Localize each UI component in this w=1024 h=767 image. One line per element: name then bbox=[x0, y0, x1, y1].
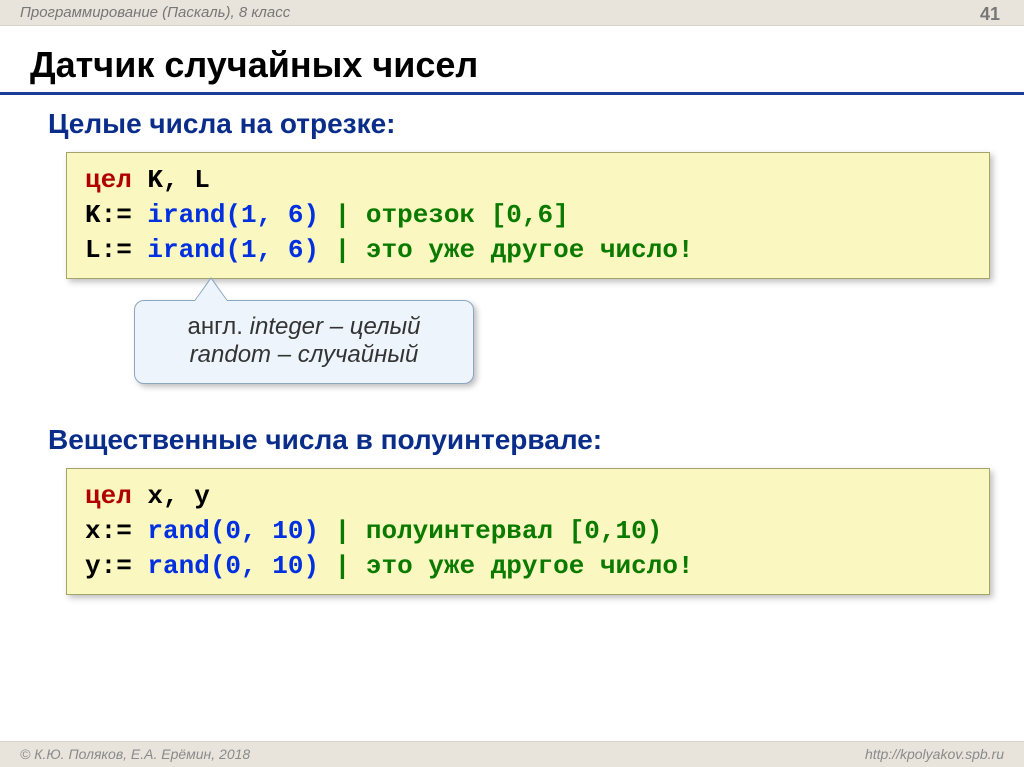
function-arg: 10) bbox=[272, 516, 319, 546]
code-text bbox=[132, 235, 148, 265]
function-call: irand(1, bbox=[147, 200, 272, 230]
comment: | полуинтервал [0,10) bbox=[319, 516, 662, 546]
code-box-integers: цел K, L K:= irand(1, 6) | отрезок [0,6]… bbox=[66, 152, 990, 279]
title-underline bbox=[0, 92, 1024, 95]
code-text bbox=[272, 200, 288, 230]
page-number: 41 bbox=[980, 4, 1004, 25]
comment: | отрезок [0,6] bbox=[319, 200, 569, 230]
comment: | это уже другое число! bbox=[319, 551, 693, 581]
code-line: y:= rand(0, 10) | это уже другое число! bbox=[85, 549, 971, 584]
function-arg: 6) bbox=[288, 235, 319, 265]
code-line: K:= irand(1, 6) | отрезок [0,6] bbox=[85, 198, 971, 233]
code-text: x, y bbox=[132, 481, 210, 511]
function-arg: 6) bbox=[288, 200, 319, 230]
code-text bbox=[257, 516, 273, 546]
footer-url: http://kpolyakov.spb.ru bbox=[865, 746, 1004, 762]
code-line: цел x, y bbox=[85, 479, 971, 514]
slide-title: Датчик случайных чисел bbox=[30, 44, 478, 86]
code-box-reals: цел x, y x:= rand(0, 10) | полуинтервал … bbox=[66, 468, 990, 595]
code-text: L:= bbox=[85, 235, 132, 265]
callout-line: random – случайный bbox=[149, 341, 459, 369]
callout-term: random bbox=[190, 341, 271, 368]
subheading-integers: Целые числа на отрезке: bbox=[48, 108, 395, 140]
code-text: y:= bbox=[85, 551, 132, 581]
function-arg: 10) bbox=[272, 551, 319, 581]
code-text: x:= bbox=[85, 516, 132, 546]
callout-text: – целый bbox=[323, 313, 421, 340]
callout-arrow-icon bbox=[195, 279, 227, 301]
comment: | это уже другое число! bbox=[319, 235, 693, 265]
slide: Программирование (Паскаль), 8 класс 41 Д… bbox=[0, 0, 1024, 767]
footer-copyright: © К.Ю. Поляков, Е.А. Ерёмин, 2018 bbox=[20, 746, 250, 762]
subheading-reals: Вещественные числа в полуинтервале: bbox=[48, 424, 602, 456]
code-text bbox=[132, 516, 148, 546]
code-text: K:= bbox=[85, 200, 132, 230]
slide-footer: © К.Ю. Поляков, Е.А. Ерёмин, 2018 http:/… bbox=[0, 741, 1024, 767]
code-text bbox=[272, 235, 288, 265]
code-line: L:= irand(1, 6) | это уже другое число! bbox=[85, 233, 971, 268]
function-call: irand(1, bbox=[147, 235, 272, 265]
keyword: цел bbox=[85, 165, 132, 195]
code-text: K, L bbox=[132, 165, 210, 195]
keyword: цел bbox=[85, 481, 132, 511]
function-call: rand(0, bbox=[147, 516, 256, 546]
code-text bbox=[257, 551, 273, 581]
code-line: цел K, L bbox=[85, 163, 971, 198]
callout-term: integer bbox=[250, 313, 323, 340]
header-subject: Программирование (Паскаль), 8 класс bbox=[20, 4, 290, 21]
code-text bbox=[132, 551, 148, 581]
callout-text: англ. bbox=[187, 313, 249, 340]
callout-line: англ. integer – целый bbox=[149, 313, 459, 341]
code-line: x:= rand(0, 10) | полуинтервал [0,10) bbox=[85, 514, 971, 549]
function-call: rand(0, bbox=[147, 551, 256, 581]
slide-header: Программирование (Паскаль), 8 класс 41 bbox=[0, 0, 1024, 26]
callout-text: – случайный bbox=[271, 341, 418, 368]
code-text bbox=[132, 200, 148, 230]
callout-note: англ. integer – целый random – случайный bbox=[134, 300, 474, 384]
